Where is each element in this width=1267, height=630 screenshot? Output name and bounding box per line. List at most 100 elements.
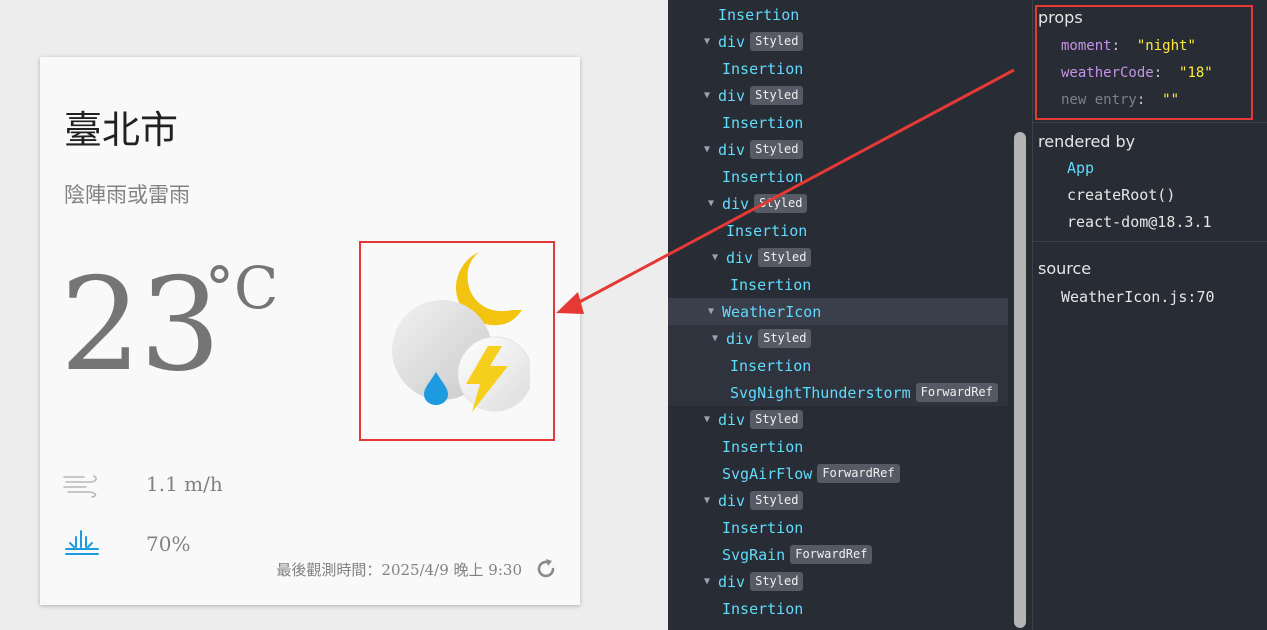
component-name[interactable]: Insertion <box>726 222 807 240</box>
expand-arrow-icon[interactable]: ▼ <box>708 252 722 263</box>
tree-row[interactable]: ▼ div Styled <box>668 487 1008 514</box>
weather-card: 臺北市 陰陣雨或雷雨 23 °C 1.1 m/h 70% 最後觀測時間：2025… <box>40 57 580 605</box>
rain-icon <box>65 530 99 555</box>
component-name[interactable]: Insertion <box>722 60 803 78</box>
tree-row[interactable]: Insertion <box>668 1 1008 28</box>
tree-row[interactable]: ▼ div Styled <box>668 568 1008 595</box>
hoc-badge: Styled <box>758 248 812 267</box>
component-name[interactable]: Insertion <box>718 6 799 24</box>
component-name[interactable]: Insertion <box>722 600 803 618</box>
prop-key[interactable]: new entry <box>1061 92 1137 108</box>
hoc-badge: Styled <box>754 194 808 213</box>
tree-row[interactable]: Insertion <box>668 55 1008 82</box>
tree-row[interactable]: SvgNightThunderstorm ForwardRef <box>668 379 1008 406</box>
component-name[interactable]: SvgAirFlow <box>722 465 812 483</box>
tree-row[interactable]: ▼ WeatherIcon <box>668 298 1008 325</box>
tree-row[interactable]: Insertion <box>668 433 1008 460</box>
tree-row[interactable]: Insertion <box>668 217 1008 244</box>
section-divider <box>1033 122 1267 123</box>
tree-row[interactable]: Insertion <box>668 271 1008 298</box>
component-name[interactable]: Insertion <box>722 168 803 186</box>
night-thunderstorm-icon <box>392 252 530 412</box>
rain-row: 70% <box>62 529 190 559</box>
component-name[interactable]: Insertion <box>722 519 803 537</box>
component-name[interactable]: div <box>718 141 745 159</box>
component-name[interactable]: div <box>718 492 745 510</box>
expand-arrow-icon[interactable]: ▼ <box>700 495 714 506</box>
react-devtools-panel: Insertion ▼ div Styled Insertion ▼ div Styled In… <box>668 0 1267 630</box>
location-title: 臺北市 <box>64 108 179 152</box>
wind-speed-value: 1.1 m/h <box>146 472 223 496</box>
temperature-value: 23 <box>60 251 221 400</box>
refresh-area[interactable]: 最後觀測時間：2025/4/9 晚上 9:30 <box>276 557 558 581</box>
component-name[interactable]: SvgRain <box>722 546 785 564</box>
expand-arrow-icon[interactable]: ▼ <box>704 306 718 317</box>
component-name[interactable]: Insertion <box>730 276 811 294</box>
observation-time: 最後觀測時間：2025/4/9 晚上 9:30 <box>276 560 522 579</box>
hoc-badge: Styled <box>750 572 804 591</box>
component-tree[interactable]: Insertion ▼ div Styled Insertion ▼ div Styled In… <box>668 0 1008 630</box>
prop-value[interactable]: "night" <box>1137 38 1196 54</box>
source-title: source <box>1038 259 1092 278</box>
temperature-unit: °C <box>205 254 279 322</box>
component-name[interactable]: div <box>718 573 745 591</box>
hoc-badge: ForwardRef <box>790 545 873 564</box>
expand-arrow-icon[interactable]: ▼ <box>700 144 714 155</box>
component-name[interactable]: div <box>726 330 753 348</box>
props-title: props <box>1038 8 1083 27</box>
prop-moment[interactable]: moment: "night" <box>1061 38 1196 54</box>
tree-scrollbar-thumb[interactable] <box>1014 132 1026 628</box>
expand-arrow-icon[interactable]: ▼ <box>700 90 714 101</box>
rendered-by-createroot: createRoot() <box>1067 186 1176 204</box>
tree-row[interactable]: ▼ div Styled <box>668 244 1008 271</box>
expand-arrow-icon[interactable]: ▼ <box>700 36 714 47</box>
hoc-badge: ForwardRef <box>915 383 998 402</box>
component-name[interactable]: div <box>722 195 749 213</box>
rendered-by-title: rendered by <box>1038 132 1136 151</box>
component-name[interactable]: div <box>718 87 745 105</box>
weather-description: 陰陣雨或雷雨 <box>64 183 190 207</box>
component-name[interactable]: div <box>718 411 745 429</box>
hoc-badge: Styled <box>750 32 804 51</box>
tree-row[interactable]: ▼ div Styled <box>668 325 1008 352</box>
expand-arrow-icon[interactable]: ▼ <box>708 333 722 344</box>
prop-key: moment <box>1061 38 1112 54</box>
refresh-icon[interactable] <box>534 557 558 581</box>
component-name[interactable]: WeatherIcon <box>722 303 821 321</box>
prop-key: weatherCode <box>1061 65 1154 81</box>
prop-value[interactable]: "" <box>1162 92 1179 108</box>
weather-app-area: 臺北市 陰陣雨或雷雨 23 °C 1.1 m/h 70% 最後觀測時間：2025… <box>0 0 668 630</box>
tree-row[interactable]: Insertion <box>668 595 1008 622</box>
component-name[interactable]: Insertion <box>722 114 803 132</box>
expand-arrow-icon[interactable]: ▼ <box>704 198 718 209</box>
rendered-by-app[interactable]: App <box>1067 159 1094 177</box>
tree-row[interactable]: ▼ div Styled <box>668 82 1008 109</box>
tree-row[interactable]: Insertion <box>668 163 1008 190</box>
prop-new-entry[interactable]: new entry: "" <box>1061 92 1179 108</box>
component-name[interactable]: SvgNightThunderstorm <box>730 384 911 402</box>
component-name[interactable]: Insertion <box>722 438 803 456</box>
component-name[interactable]: Insertion <box>730 357 811 375</box>
tree-row[interactable]: Insertion <box>668 109 1008 136</box>
tree-row[interactable]: ▼ div Styled <box>668 28 1008 55</box>
expand-arrow-icon[interactable]: ▼ <box>700 414 714 425</box>
expand-arrow-icon[interactable]: ▼ <box>700 576 714 587</box>
tree-row[interactable]: ▼ div Styled <box>668 136 1008 163</box>
hoc-badge: Styled <box>750 86 804 105</box>
source-location[interactable]: WeatherIcon.js:70 <box>1061 288 1215 306</box>
prop-weathercode[interactable]: weatherCode: "18" <box>1061 65 1213 81</box>
hoc-badge: Styled <box>750 410 804 429</box>
tree-row[interactable]: ▼ div Styled <box>668 406 1008 433</box>
props-panel: props moment: "night" weatherCode: "18" … <box>1033 0 1267 630</box>
tree-row[interactable]: SvgAirFlow ForwardRef <box>668 460 1008 487</box>
section-divider <box>1033 241 1267 242</box>
tree-row[interactable]: SvgRain ForwardRef <box>668 541 1008 568</box>
rain-probability-value: 70% <box>146 532 191 556</box>
tree-row[interactable]: Insertion <box>668 352 1008 379</box>
wind-row: 1.1 m/h <box>62 469 223 499</box>
component-name[interactable]: div <box>718 33 745 51</box>
tree-row[interactable]: ▼ div Styled <box>668 190 1008 217</box>
tree-row[interactable]: Insertion <box>668 514 1008 541</box>
component-name[interactable]: div <box>726 249 753 267</box>
prop-value[interactable]: "18" <box>1179 65 1213 81</box>
